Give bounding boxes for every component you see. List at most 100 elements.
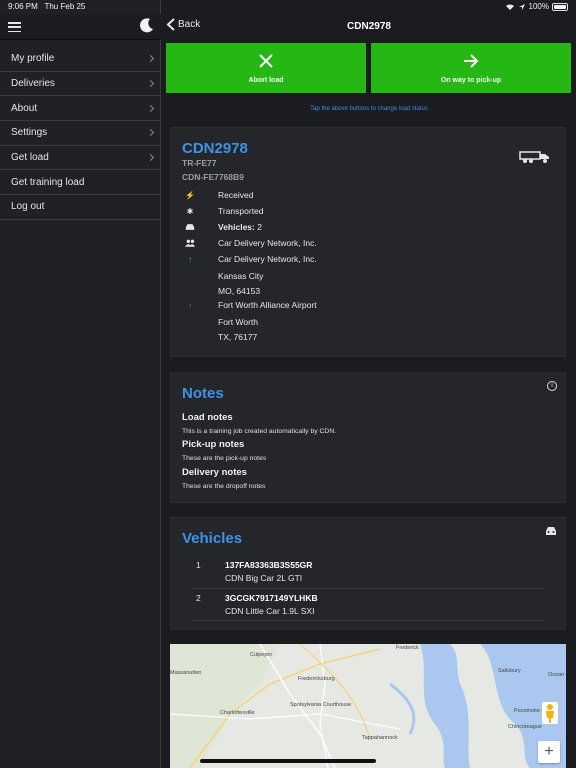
sidebar-item-my-profile[interactable]: My profile — [0, 47, 161, 72]
vehicle-row[interactable]: 1 137FA83363B3S55GR CDN Big Car 2L GTI — [191, 556, 543, 589]
vehicles-title: Vehicles — [182, 530, 243, 547]
chevron-right-icon — [146, 104, 155, 112]
sidebar-item-label: Log out — [11, 201, 45, 213]
chevron-right-icon — [146, 129, 155, 137]
arrow-right-icon — [464, 53, 479, 68]
load-code: CDN2978 — [182, 140, 248, 157]
chevron-right-icon — [146, 79, 155, 88]
sidebar-item-label: Get training load — [11, 176, 85, 188]
dropoff-city: Fort Worth — [218, 317, 258, 327]
delivery-notes-text: These are the dropoff notes — [182, 483, 266, 490]
sidebar-item-label: My profile — [11, 53, 55, 65]
close-icon — [259, 53, 273, 68]
map-label: Fredericksburg — [298, 676, 335, 682]
hamburger-menu-icon[interactable] — [8, 22, 21, 32]
status-transported: Transported — [218, 206, 264, 216]
delivery-notes-heading: Delivery notes — [182, 467, 247, 478]
notes-card: Notes i Load notes This is a training jo… — [170, 372, 566, 503]
sidebar-item-log-out[interactable]: Log out — [0, 195, 161, 220]
main-panel: Back CDN2978 Abort load On way to pick-u… — [162, 0, 576, 768]
status-transported-row: ✱ Transported — [182, 206, 264, 216]
moon-icon[interactable] — [139, 17, 155, 33]
vehicle-number: 2 — [196, 593, 201, 603]
map-label: Spotsylvania Courthouse — [290, 702, 352, 708]
shipper-row: Car Delivery Network, Inc. — [182, 238, 317, 248]
sidebar-item-label: Deliveries — [11, 78, 55, 90]
vehicle-name: CDN Little Car 1.9L SXI — [225, 606, 315, 616]
home-indicator[interactable] — [200, 759, 376, 763]
vehicles-count: 2 — [257, 222, 262, 232]
status-actions: Abort load On way to pick-up — [166, 43, 571, 93]
load-details-card: CDN2978 TR-FE77 CDN-FE7768B9 ⚡ Received … — [170, 127, 566, 357]
vehicle-vin: 3GCGK7917149YLHKB — [225, 593, 318, 603]
bolt-icon: ⚡ — [185, 190, 195, 200]
battery-icon — [552, 2, 568, 11]
map-label: Chincoteague — [508, 724, 542, 730]
load-notes-text: This is a training job created automatic… — [182, 428, 337, 435]
sidebar-item-get-load[interactable]: Get load — [0, 146, 161, 171]
dropoff-row: ↑ Fort Worth Alliance Airport — [182, 300, 317, 310]
load-reference: CDN-FE7768B9 — [182, 172, 244, 182]
dropoff-name: Fort Worth Alliance Airport — [218, 300, 317, 310]
pickup-arrow-icon: ↑ — [188, 254, 192, 264]
status-hint: Tap the above buttons to change load sta… — [310, 106, 428, 112]
pickup-notes-heading: Pick-up notes — [182, 439, 245, 450]
map-label: Salisbury — [498, 668, 521, 674]
sidebar: My profile Deliveries About Settings Get… — [0, 0, 161, 768]
zoom-in-button[interactable]: + — [538, 741, 560, 763]
pickup-row: ↑ Car Delivery Network, Inc. — [182, 254, 317, 264]
vehicle-vin: 137FA83363B3S55GR — [225, 560, 313, 570]
map-label: Culpeper — [250, 652, 273, 658]
navigation-bar: Back CDN2978 — [162, 14, 576, 40]
location-icon — [518, 3, 525, 10]
wifi-icon — [505, 3, 514, 10]
pickup-city: Kansas City — [218, 271, 264, 281]
vehicles-count-row: Vehicles: 2 — [182, 222, 262, 232]
sidebar-item-about[interactable]: About — [0, 96, 161, 122]
gear-icon: ✱ — [186, 206, 194, 216]
status-bar: 9:06 PM Thu Feb 25 100% — [0, 0, 576, 14]
chevron-right-icon — [146, 154, 155, 162]
trailer-code: TR-FE77 — [182, 158, 217, 168]
vehicle-name: CDN Big Car 2L GTI — [225, 573, 303, 583]
map-label: Ocean — [548, 672, 565, 678]
dropoff-zip: TX, 76177 — [218, 332, 258, 342]
page-title: CDN2978 — [347, 21, 391, 32]
vehicles-card: Vehicles 1 137FA83363B3S55GR CDN Big Car… — [170, 517, 566, 630]
app-window: My profile Deliveries About Settings Get… — [0, 0, 576, 768]
status-received: Received — [218, 190, 254, 200]
abort-load-label: Abort load — [248, 76, 284, 84]
battery-percent: 100% — [528, 2, 549, 11]
pickup-zip: MO, 64153 — [218, 286, 261, 296]
sidebar-item-label: About — [11, 102, 38, 114]
route-map[interactable]: Culpeper Frederick Massanutten Frederick… — [170, 644, 566, 768]
vehicle-row[interactable]: 2 3GCGK7917149YLHKB CDN Little Car 1.9L … — [191, 589, 543, 621]
shipper-name: Car Delivery Network, Inc. — [218, 238, 317, 248]
vehicles-count-label: Vehicles: — [218, 222, 255, 232]
pickup-name: Car Delivery Network, Inc. — [218, 254, 317, 264]
sidebar-item-deliveries[interactable]: Deliveries — [0, 72, 161, 97]
street-view-pegman-icon[interactable] — [542, 702, 558, 724]
on-way-to-pickup-label: On way to pick-up — [440, 76, 502, 84]
load-notes-heading: Load notes — [182, 412, 233, 423]
sidebar-item-settings[interactable]: Settings — [0, 121, 161, 146]
pickup-notes-text: These are the pick-up notes — [182, 455, 267, 462]
status-received-row: ⚡ Received — [182, 190, 253, 200]
map-label: Charlottesville — [220, 710, 255, 716]
car-icon — [546, 527, 556, 535]
sidebar-item-get-training-load[interactable]: Get training load — [0, 170, 161, 196]
map-label: Massanutten — [170, 670, 202, 676]
abort-load-button[interactable]: Abort load — [166, 43, 366, 93]
vehicle-number: 1 — [196, 560, 201, 570]
sidebar-item-label: Get load — [11, 152, 49, 164]
car-icon — [182, 222, 198, 232]
status-time: 9:06 PM Thu Feb 25 — [8, 2, 86, 11]
map-label: Frederick — [396, 645, 419, 651]
map-background — [170, 644, 566, 768]
on-way-to-pickup-button[interactable]: On way to pick-up — [371, 43, 571, 93]
status-indicators: 100% — [505, 2, 568, 11]
map-label: Tappahannock — [362, 735, 398, 741]
sidebar-header — [0, 14, 161, 40]
dropoff-arrow-icon: ↑ — [188, 300, 192, 310]
info-icon[interactable]: i — [547, 381, 557, 391]
